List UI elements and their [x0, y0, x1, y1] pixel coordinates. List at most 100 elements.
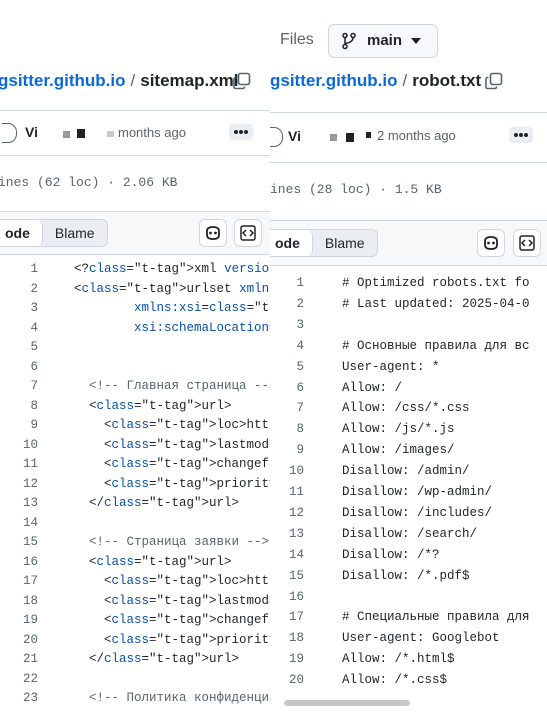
chevron-down-icon — [411, 38, 421, 44]
breadcrumb-separator: / — [130, 71, 136, 90]
line-number[interactable]: 19 — [270, 652, 304, 666]
line-number[interactable]: 11 — [270, 485, 304, 499]
view-toggle: ode Blame — [0, 219, 108, 247]
line-number[interactable]: 8 — [270, 422, 304, 436]
copy-path-icon[interactable] — [232, 71, 252, 91]
code-line: Allow: /*.css$ — [342, 673, 448, 688]
line-number[interactable]: 1 — [0, 262, 38, 276]
line-number[interactable]: 4 — [0, 321, 38, 335]
code-view-icon[interactable] — [234, 219, 262, 247]
line-number[interactable]: 7 — [0, 379, 38, 393]
code-view: 1 <?class="t-tag">xml version=class="t-st… — [0, 262, 270, 720]
code-line: Disallow: /*? — [342, 547, 440, 562]
commit-time: months ago — [118, 125, 186, 140]
code-line: <!-- Политика конфиденциал — [74, 691, 270, 705]
code-line: # Специальные правила для — [342, 610, 530, 625]
line-number[interactable]: 19 — [0, 613, 38, 627]
code-line: <class="t-tag">changefreq>weekly</class=… — [74, 457, 270, 471]
line-number[interactable]: 2 — [270, 297, 304, 311]
branch-name: main — [367, 32, 403, 49]
kebab-menu-icon[interactable] — [229, 124, 253, 140]
code-line: <class="t-tag">urlset xmlns=class="t-str… — [74, 281, 270, 296]
code-line: Allow: /images/ — [342, 443, 455, 458]
left-file-view: gsitter.github.io / sitemap.xml Vi months … — [0, 0, 270, 720]
branch-selector[interactable]: main — [328, 24, 438, 58]
code-line: <class="t-tag">loc>https://dogsitterlp — [74, 574, 270, 588]
line-number[interactable]: 16 — [0, 555, 38, 569]
redacted-mark — [77, 129, 85, 138]
line-number[interactable]: 20 — [270, 673, 304, 687]
line-number[interactable]: 14 — [270, 548, 304, 562]
line-number[interactable]: 17 — [0, 574, 38, 588]
copilot-icon[interactable] — [199, 219, 227, 247]
files-label[interactable]: Files — [280, 31, 314, 49]
line-number[interactable]: 6 — [270, 381, 304, 395]
line-number[interactable]: 2 — [0, 282, 38, 296]
breadcrumb-separator: / — [402, 71, 408, 90]
line-number[interactable]: 23 — [0, 691, 38, 705]
line-number[interactable]: 18 — [0, 594, 38, 608]
code-line: Disallow: /includes/ — [342, 505, 493, 520]
line-number[interactable]: 15 — [270, 569, 304, 583]
line-number[interactable]: 21 — [0, 652, 38, 666]
code-line: <class="t-tag">priority>0.9</class="t-ta… — [74, 632, 270, 647]
code-view: 1 # Optimized robots.txt fo 2 # Last update… — [270, 276, 547, 720]
line-number[interactable]: 7 — [270, 401, 304, 415]
line-number[interactable]: 4 — [270, 339, 304, 353]
code-line: Allow: / — [342, 380, 403, 395]
redacted-mark — [63, 131, 70, 138]
line-number[interactable]: 5 — [270, 360, 304, 374]
blame-tab[interactable]: Blame — [313, 230, 377, 256]
copy-path-icon[interactable] — [484, 71, 504, 91]
code-line: <!-- Страница заявки --> — [74, 535, 270, 549]
line-number[interactable]: 20 — [0, 633, 38, 647]
code-tab[interactable]: ode — [270, 230, 313, 256]
code-line: Allow: /css/*.css — [342, 401, 470, 416]
line-number[interactable]: 13 — [0, 496, 38, 510]
code-line: # Optimized robots.txt fo — [342, 276, 530, 290]
code-tab[interactable]: ode — [0, 220, 43, 246]
line-number[interactable]: 3 — [0, 301, 38, 315]
line-number[interactable]: 22 — [0, 672, 38, 686]
repo-link[interactable]: gsitter.github.io — [0, 71, 126, 90]
line-number[interactable]: 13 — [270, 527, 304, 541]
line-number[interactable]: 17 — [270, 610, 304, 624]
kebab-menu-icon[interactable] — [509, 127, 533, 143]
code-view-icon[interactable] — [513, 229, 541, 257]
line-number[interactable]: 5 — [0, 340, 38, 354]
line-number[interactable]: 9 — [270, 443, 304, 457]
line-number[interactable]: 8 — [0, 399, 38, 413]
commit-author[interactable]: Vi — [288, 128, 301, 144]
avatar — [270, 127, 283, 147]
repo-link[interactable]: gsitter.github.io — [270, 71, 398, 90]
line-number[interactable]: 6 — [0, 360, 38, 374]
line-number[interactable]: 1 — [270, 276, 304, 290]
code-line: User-agent: Googlebot — [342, 631, 500, 646]
code-line: h — [74, 340, 270, 354]
code-line: <class="t-tag">priority>1.0</class="t-ta… — [74, 476, 270, 491]
code-line: Disallow: /admin/ — [342, 464, 470, 479]
code-line: </class="t-tag">url> — [74, 496, 240, 510]
line-number[interactable]: 9 — [0, 418, 38, 432]
line-number[interactable]: 10 — [270, 464, 304, 478]
line-number[interactable]: 15 — [0, 535, 38, 549]
line-number[interactable]: 10 — [0, 438, 38, 452]
commit-author[interactable]: Vi — [25, 124, 38, 140]
line-number[interactable]: 16 — [270, 590, 304, 604]
code-line: <class="t-tag">changefreq>weekly</class=… — [74, 613, 270, 627]
view-toggle: ode Blame — [270, 229, 378, 257]
redacted-mark — [107, 131, 114, 137]
copilot-icon[interactable] — [477, 229, 505, 257]
blame-tab[interactable]: Blame — [43, 220, 107, 246]
code-line: # Основные правила для вс — [342, 338, 530, 353]
header-divider — [270, 112, 547, 113]
code-line: xsi:schemaLocation=class="t-str">" — [134, 320, 270, 335]
horizontal-scrollbar[interactable] — [284, 700, 410, 706]
line-number[interactable]: 12 — [270, 506, 304, 520]
line-number[interactable]: 12 — [0, 477, 38, 491]
line-number[interactable]: 18 — [270, 631, 304, 645]
line-number[interactable]: 14 — [0, 516, 38, 530]
line-number[interactable]: 3 — [270, 318, 304, 332]
code-line: <?class="t-tag">xml version=class="t-str… — [74, 262, 270, 276]
line-number[interactable]: 11 — [0, 457, 38, 471]
